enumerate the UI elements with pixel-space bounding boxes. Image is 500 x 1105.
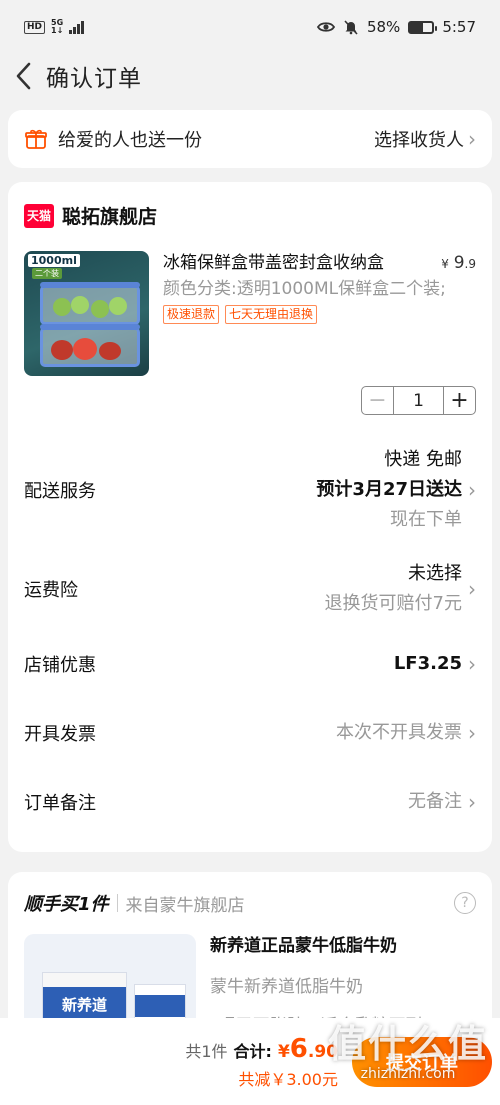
divider [116,894,118,912]
addon-title: 顺手买1件 [24,894,109,915]
delivery-label: 配送服务 [24,481,96,502]
product-image[interactable]: 1000ml 二个装 [24,251,149,376]
store-discount-row[interactable]: 店铺优惠 LF3.25 › [24,629,476,698]
note-label: 订单备注 [24,792,96,814]
page-title: 确认订单 [46,66,142,92]
shipping-insurance-row[interactable]: 运费险 未选择 退换货可赔付7元 › [24,559,476,619]
delivery-service-row[interactable]: 配送服务 快递 免邮 预计3月27日送达 现在下单 › [24,445,476,535]
invoice-row[interactable]: 开具发票 本次不开具发票 › [24,698,476,767]
service-tag: 七天无理由退换 [225,305,318,324]
chevron-right-icon: › [468,577,476,601]
help-icon[interactable]: ? [454,892,476,914]
delivery-method: 快递 免邮 [384,449,462,470]
battery-percent: 58% [366,18,401,36]
invoice-label: 开具发票 [24,723,96,745]
quantity-row: − 1 + [24,386,476,415]
nav-bar: 确认订单 [0,54,500,98]
chevron-right-icon: › [468,478,476,502]
delivery-eta: 预计3月27日送达 [316,479,462,500]
insurance-status: 未选择 [408,563,462,584]
product-sku: 颜色分类:透明1000ML保鲜盒二个装; [163,279,446,299]
battery-icon [408,20,438,34]
status-right: 58% 5:57 [316,18,476,36]
total-label: 合计: [233,1041,272,1061]
container-box-top [40,282,140,325]
product-price-dec: .9 [464,257,476,271]
quantity-decrease-button[interactable]: − [362,387,394,414]
select-recipient-button[interactable]: 选择收货人 › [374,126,476,152]
product-image-tag: 1000ml [28,254,80,267]
product-item: 1000ml 二个装 冰箱保鲜盒带盖密封盒收纳盒 ¥ 9.9 颜色分类:透明10… [24,251,476,376]
checkout-footer: 共1件 合计: ¥6.90 共减￥3.00元 提交订单 [0,1018,500,1105]
container-box-bottom [40,324,140,367]
total-price-dec: .90 [307,1041,338,1062]
tmall-logo-icon: 天猫 [24,203,54,228]
item-count: 共1件 [185,1041,228,1061]
addon-product-desc: 蒙牛新养道低脂牛奶 [210,977,363,997]
product-info: 冰箱保鲜盒带盖密封盒收纳盒 ¥ 9.9 颜色分类:透明1000ML保鲜盒二个装;… [163,251,476,376]
chevron-right-icon: › [468,651,476,676]
hd-indicator: HD [24,20,46,34]
eye-icon [316,22,335,32]
addon-shop: 来自蒙牛旗舰店 [125,895,245,916]
quantity-stepper: − 1 + [361,386,476,415]
chevron-right-icon: › [468,789,476,814]
service-tag: 极速退款 [163,305,220,324]
status-bar: HD 5G 1↓ 58% 5:57 [0,0,500,54]
total-price-int: 6 [289,1033,308,1064]
quantity-increase-button[interactable]: + [443,387,475,414]
network-indicator: 5G 1↓ [51,19,63,35]
delivery-note: 现在下单 [390,509,462,530]
discount-label: 店铺优惠 [24,654,96,676]
total-saved: 共减￥3.00元 [238,1069,338,1089]
gift-icon [24,127,48,151]
battery-level [410,22,424,32]
shop-header[interactable]: 天猫 聪拓旗舰店 [24,202,476,229]
status-left: HD 5G 1↓ [24,19,85,35]
note-value: 无备注 [408,790,462,812]
product-price-symbol: ¥ [441,257,449,271]
chevron-right-icon: › [468,720,476,745]
clock: 5:57 [442,18,476,36]
submit-order-button[interactable]: 提交订单 [352,1036,492,1087]
gift-text: 给爱的人也送一份 [58,130,202,151]
order-note-row[interactable]: 订单备注 无备注 › [24,767,476,836]
product-title[interactable]: 冰箱保鲜盒带盖密封盒收纳盒 [163,251,384,275]
shop-name: 聪拓旗舰店 [62,206,158,228]
order-card: 天猫 聪拓旗舰店 1000ml 二个装 冰箱保鲜盒带盖密封盒收纳盒 ¥ 9.9 … [8,182,492,852]
service-tags: 极速退款 七天无理由退换 [163,305,476,324]
insurance-label: 运费险 [24,580,78,601]
addon-header: 顺手买1件 来自蒙牛旗舰店 ? [24,890,476,916]
invoice-value: 本次不开具发票 [336,721,462,743]
back-arrow-icon[interactable] [10,61,36,91]
total-price: ¥6.90 [278,1034,338,1064]
quantity-value[interactable]: 1 [394,387,443,414]
order-totals: 共1件 合计: ¥6.90 共减￥3.00元 [185,1034,338,1090]
milk-brand-text: 新养道 [43,987,126,1021]
total-price-symbol: ¥ [277,1041,290,1062]
discount-value: LF3.25 [393,652,462,674]
select-recipient-label: 选择收货人 [374,130,464,151]
chevron-right-icon: › [468,127,476,151]
addon-product-name[interactable]: 新养道正品蒙牛低脂牛奶 [210,934,423,958]
product-image-tag-2: 二个装 [32,268,62,279]
gift-card[interactable]: 给爱的人也送一份 选择收货人 › [8,110,492,168]
network-sub-label: 1↓ [51,26,64,35]
signal-icon [69,20,85,34]
product-price-int: 9 [453,253,465,273]
mute-bell-icon [344,20,358,35]
product-price: ¥ 9.9 [441,253,476,275]
insurance-desc: 退换货可赔付7元 [324,593,462,614]
